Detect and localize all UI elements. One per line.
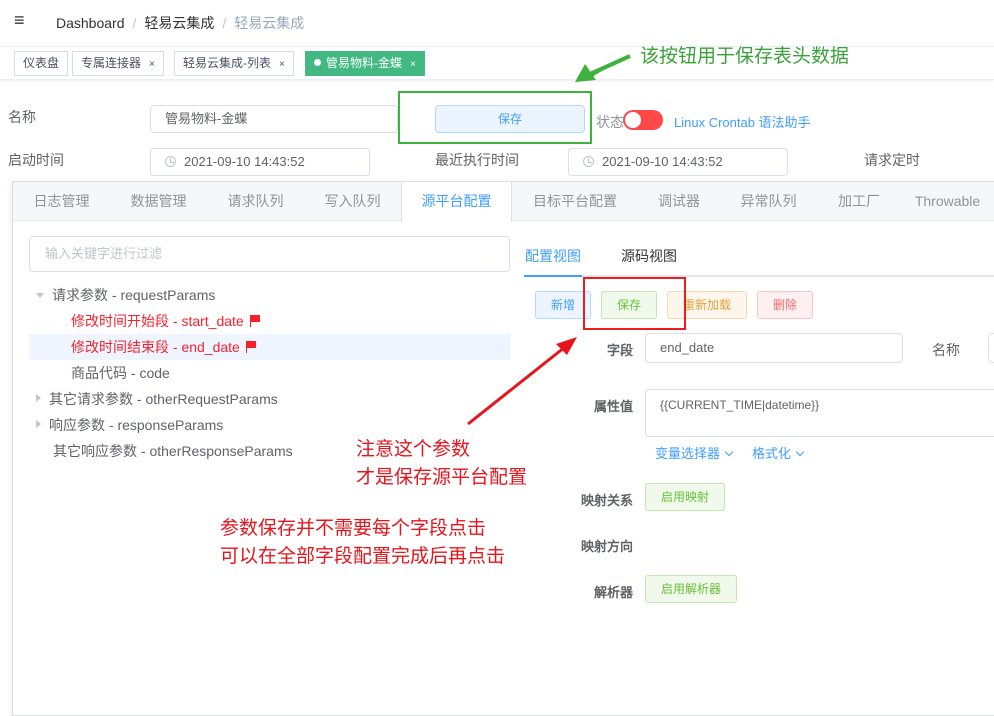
annotation-green-text: 该按钮用于保存表头数据 xyxy=(640,46,850,67)
green-arrow-shaft xyxy=(587,54,631,77)
red-arrow-shaft xyxy=(467,345,566,426)
annotation-red-text-1: 注意这个参数 xyxy=(356,439,471,460)
annotation-red-text-3: 参数保存并不需要每个字段点击 xyxy=(220,518,487,539)
annotation-red-text-2: 才是保存源平台配置 xyxy=(356,467,528,488)
annotation-arrows xyxy=(467,54,631,426)
annotation-red-text-4: 可以在全部字段配置完成后再点击 xyxy=(220,546,506,567)
